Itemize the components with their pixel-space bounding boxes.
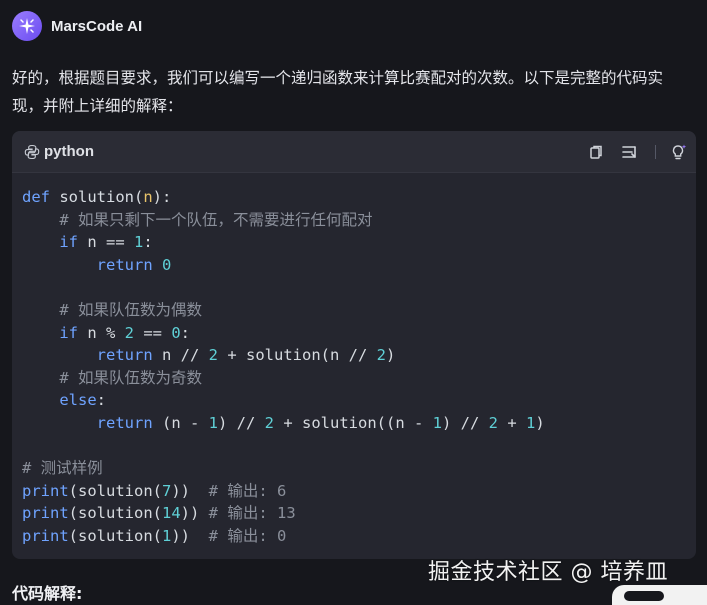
code-line: return 0 — [22, 255, 172, 274]
watermark: 掘金技术社区 @ 培养皿 — [428, 560, 668, 585]
python-icon — [24, 144, 40, 159]
code-block-header: python — [12, 131, 696, 173]
chat-header: MarsCode AI — [12, 11, 142, 41]
app-name: MarsCode AI — [51, 17, 143, 35]
code-line: # 如果队伍数为偶数 — [22, 300, 202, 319]
code-line: print(solution(7)) # 输出: 6 — [22, 481, 287, 500]
insert-code-button[interactable] — [619, 141, 641, 163]
insert-icon — [622, 146, 636, 158]
code-line: if n == 1: — [22, 233, 153, 252]
avatar — [12, 11, 42, 41]
code-line: # 测试样例 — [22, 459, 103, 478]
code-line: print(solution(14)) # 输出: 13 — [22, 504, 296, 523]
code-line: return n // 2 + solution(n // 2) — [22, 346, 396, 365]
code-block: python def solution(n): # 如果只剩下一个队伍，不需要进… — [12, 131, 696, 559]
ai-bulb-icon — [672, 144, 687, 160]
code-line: return (n - 1) // 2 + solution((n - 1) /… — [22, 413, 545, 432]
code-line: def solution(n): — [22, 188, 172, 206]
copy-button[interactable] — [585, 141, 607, 163]
code-language: python — [44, 143, 94, 160]
section-title: 代码解释: — [12, 584, 83, 603]
code-content: def solution(n): # 如果只剩下一个队伍，不需要进行任何配对 i… — [12, 173, 696, 559]
toolbar-divider — [655, 145, 656, 159]
sparkle-icon — [19, 18, 35, 34]
code-line: else: — [22, 391, 106, 410]
decorative-shape — [612, 585, 707, 605]
copy-icon — [590, 145, 602, 159]
code-line: # 如果队伍数为奇数 — [22, 368, 202, 387]
code-line: print(solution(1)) # 输出: 0 — [22, 526, 287, 545]
ai-suggest-button[interactable] — [668, 141, 690, 163]
code-line: if n % 2 == 0: — [22, 323, 191, 342]
intro-text: 好的，根据题目要求，我们可以编写一个递归函数来计算比赛配对的次数。以下是完整的代… — [12, 69, 664, 115]
code-line: # 如果只剩下一个队伍，不需要进行任何配对 — [22, 210, 373, 229]
